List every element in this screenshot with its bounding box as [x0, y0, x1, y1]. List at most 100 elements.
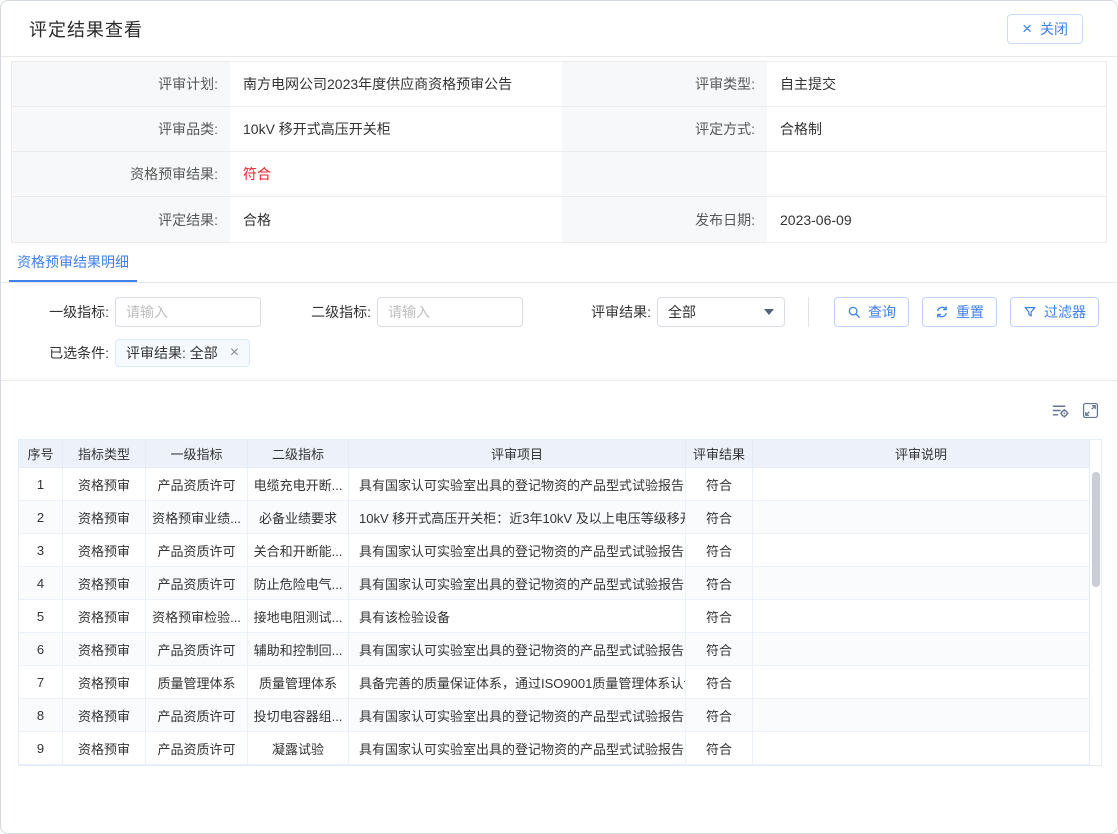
col-level1-indicator: 资格预审检验...	[146, 600, 248, 633]
table-row: 6资格预审产品资质许可辅助和控制回...具有国家认可实验室出具的登记物资的产品型…	[19, 633, 1089, 666]
col-review-note	[753, 534, 1089, 567]
col-review-item: 具有国家认可实验室出具的登记物资的产品型式试验报告，...	[349, 732, 686, 765]
col-index: 3	[19, 534, 63, 567]
tag-remove-icon[interactable]: ×	[230, 345, 239, 361]
filter-section: 一级指标: 二级指标: 评审结果: 全部 查询	[1, 283, 1117, 381]
button-group-divider	[808, 297, 809, 327]
table-row: 5资格预审资格预审检验...接地电阻测试...具有该检验设备符合	[19, 600, 1089, 633]
results-table: 序号指标类型一级指标二级指标评审项目评审结果评审说明 1资格预审产品资质许可电缆…	[18, 439, 1102, 766]
level1-indicator-label: 一级指标:	[1, 302, 109, 322]
col-review-note	[753, 732, 1089, 765]
query-button-label: 查询	[868, 302, 896, 322]
table-row: 8资格预审产品资质许可投切电容器组...具有国家认可实验室出具的登记物资的产品型…	[19, 699, 1089, 732]
col-index: 8	[19, 699, 63, 732]
col-indicator-type: 资格预审	[63, 567, 146, 600]
title-bar: 评定结果查看 × 关闭	[1, 1, 1117, 57]
table-row: 1资格预审产品资质许可电缆充电开断...具有国家认可实验室出具的登记物资的产品型…	[19, 468, 1089, 501]
col-indicator-type: 资格预审	[63, 501, 146, 534]
col-level1-indicator: 产品资质许可	[146, 633, 248, 666]
filter-button-label: 过滤器	[1044, 302, 1086, 322]
col-index: 2	[19, 501, 63, 534]
col-review-note	[753, 501, 1089, 534]
review-result-select[interactable]: 全部	[657, 297, 785, 327]
field-value-prequalification-result: 符合	[230, 152, 562, 197]
tab-prequalification-detail[interactable]: 资格预审结果明细	[9, 243, 137, 282]
header-col-level1-indicator: 一级指标	[146, 440, 248, 468]
assessment-result-dialog: 评定结果查看 × 关闭 评审计划: 南方电网公司2023年度供应商资格预审公告 …	[0, 0, 1118, 834]
table-row: 3资格预审产品资质许可关合和开断能...具有国家认可实验室出具的登记物资的产品型…	[19, 534, 1089, 567]
col-review-item: 具有国家认可实验室出具的登记物资的产品型式试验报告，...	[349, 534, 686, 567]
table-scrollbar-thumb[interactable]	[1092, 472, 1100, 587]
reset-button-label: 重置	[956, 302, 984, 322]
level2-indicator-input[interactable]	[377, 297, 523, 327]
query-button[interactable]: 查询	[834, 297, 909, 327]
header-col-review-result: 评审结果	[686, 440, 753, 468]
page-title: 评定结果查看	[29, 16, 143, 42]
filter-button[interactable]: 过滤器	[1010, 297, 1099, 327]
field-value-review-plan: 南方电网公司2023年度供应商资格预审公告	[230, 62, 562, 107]
field-value-review-type: 自主提交	[767, 62, 1106, 107]
fullscreen-icon[interactable]	[1080, 400, 1100, 420]
search-icon	[847, 305, 861, 319]
field-label-assessment-method: 评定方式:	[562, 107, 767, 152]
col-review-item: 具有国家认可实验室出具的登记物资的产品型式试验报告，...	[349, 633, 686, 666]
selected-condition-tag-text: 评审结果: 全部	[126, 343, 218, 363]
table-settings-icon[interactable]	[1050, 400, 1070, 420]
col-indicator-type: 资格预审	[63, 534, 146, 567]
col-review-result: 符合	[686, 666, 753, 699]
field-label-review-category: 评审品类:	[12, 107, 230, 152]
col-indicator-type: 资格预审	[63, 699, 146, 732]
col-review-result: 符合	[686, 468, 753, 501]
col-review-item: 具有国家认可实验室出具的登记物资的产品型式试验报告，...	[349, 699, 686, 732]
col-review-result: 符合	[686, 699, 753, 732]
funnel-icon	[1023, 305, 1037, 319]
col-level2-indicator: 接地电阻测试...	[248, 600, 349, 633]
field-value-publish-date: 2023-06-09	[767, 197, 1106, 242]
field-value-review-category: 10kV 移开式高压开关柜	[230, 107, 562, 152]
table-body: 1资格预审产品资质许可电缆充电开断...具有国家认可实验室出具的登记物资的产品型…	[19, 468, 1089, 765]
col-indicator-type: 资格预审	[63, 600, 146, 633]
close-icon: ×	[1022, 20, 1032, 37]
col-level2-indicator: 辅助和控制回...	[248, 633, 349, 666]
col-review-result: 符合	[686, 501, 753, 534]
col-review-item: 10kV 移开式高压开关柜：近3年10kV 及以上电压等级移开...	[349, 501, 686, 534]
close-button-label: 关闭	[1040, 19, 1068, 39]
col-level2-indicator: 投切电容器组...	[248, 699, 349, 732]
field-label-empty	[562, 152, 767, 197]
col-review-item: 具有国家认可实验室出具的登记物资的产品型式试验报告，...	[349, 567, 686, 600]
selected-condition-tag: 评审结果: 全部 ×	[115, 339, 250, 367]
reset-button[interactable]: 重置	[922, 297, 997, 327]
header-col-review-note: 评审说明	[753, 440, 1089, 468]
col-indicator-type: 资格预审	[63, 468, 146, 501]
col-index: 5	[19, 600, 63, 633]
col-review-result: 符合	[686, 534, 753, 567]
col-level2-indicator: 电缆充电开断...	[248, 468, 349, 501]
col-indicator-type: 资格预审	[63, 633, 146, 666]
summary-info-grid: 评审计划: 南方电网公司2023年度供应商资格预审公告 评审类型: 自主提交 评…	[11, 61, 1107, 243]
field-label-review-plan: 评审计划:	[12, 62, 230, 107]
field-label-review-type: 评审类型:	[562, 62, 767, 107]
col-level1-indicator: 产品资质许可	[146, 468, 248, 501]
header-col-level2-indicator: 二级指标	[248, 440, 349, 468]
col-review-note	[753, 666, 1089, 699]
col-index: 1	[19, 468, 63, 501]
table-row: 4资格预审产品资质许可防止危险电气...具有国家认可实验室出具的登记物资的产品型…	[19, 567, 1089, 600]
header-col-review-item: 评审项目	[349, 440, 686, 468]
col-level2-indicator: 凝露试验	[248, 732, 349, 765]
col-review-note	[753, 468, 1089, 501]
col-review-result: 符合	[686, 732, 753, 765]
col-review-result: 符合	[686, 567, 753, 600]
close-button[interactable]: × 关闭	[1007, 14, 1083, 44]
level1-indicator-input[interactable]	[115, 297, 261, 327]
col-index: 4	[19, 567, 63, 600]
selected-conditions-label: 已选条件:	[1, 343, 109, 363]
table-row: 9资格预审产品资质许可凝露试验具有国家认可实验室出具的登记物资的产品型式试验报告…	[19, 732, 1089, 765]
header-col-indicator-type: 指标类型	[63, 440, 146, 468]
table-header: 序号指标类型一级指标二级指标评审项目评审结果评审说明	[19, 440, 1089, 468]
refresh-icon	[935, 305, 949, 319]
col-review-note	[753, 600, 1089, 633]
col-level2-indicator: 关合和开断能...	[248, 534, 349, 567]
col-indicator-type: 资格预审	[63, 732, 146, 765]
col-level1-indicator: 产品资质许可	[146, 699, 248, 732]
header-col-index: 序号	[19, 440, 63, 468]
